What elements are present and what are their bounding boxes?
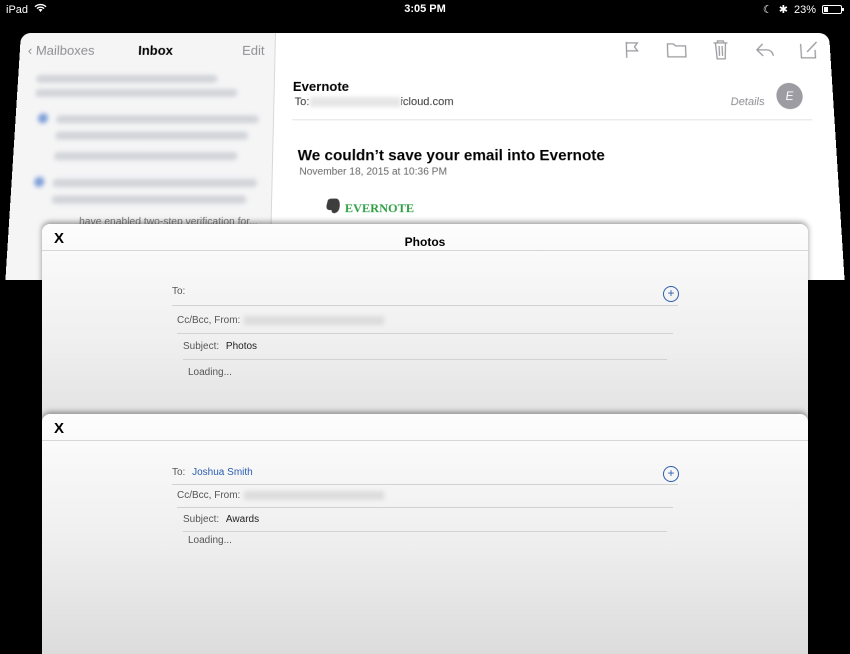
unread-dot (37, 113, 49, 124)
list-item[interactable] (52, 178, 258, 188)
add-recipient-button[interactable]: + (663, 466, 679, 482)
ccbcc-label: Cc/Bcc, From: (177, 315, 241, 326)
subject-value: Photos (225, 341, 258, 352)
divider (42, 250, 808, 251)
subject-value: Awards (225, 514, 260, 525)
list-item[interactable] (54, 131, 249, 140)
divider (172, 484, 678, 485)
avatar[interactable]: E (775, 82, 804, 110)
moon-icon: ☾ (762, 4, 773, 16)
battery-percent: 23% (793, 3, 816, 16)
status-time: 3:05 PM (404, 3, 446, 15)
divider (42, 440, 808, 441)
edit-button[interactable]: Edit (242, 43, 265, 58)
to-label: To: (294, 96, 310, 109)
header-divider (292, 119, 813, 121)
subject-label: Subject: (183, 341, 220, 352)
reply-icon[interactable] (753, 39, 776, 61)
message-toolbar (621, 39, 821, 61)
list-item[interactable] (53, 152, 238, 161)
to-label: To: (172, 286, 186, 297)
mail-list-nav: ‹ Mailboxes Inbox Edit (27, 42, 265, 63)
subject-field[interactable]: Subject: Awards (183, 514, 259, 525)
to-value: Joshua Smith (192, 467, 253, 478)
inbox-title: Inbox (137, 42, 174, 58)
body-loading[interactable]: Loading... (188, 535, 232, 546)
subject-field[interactable]: Subject: Photos (183, 341, 257, 352)
evernote-wordmark: EVERNOTE (344, 200, 415, 215)
recipient-line: To: icloud.com (294, 96, 453, 108)
list-item[interactable] (35, 74, 218, 83)
flag-icon[interactable] (621, 39, 644, 61)
to-field[interactable]: To: (172, 286, 189, 297)
ccbcc-from-field[interactable]: Cc/Bcc, From: (177, 490, 385, 501)
message-subject: We couldn’t save your email into Evernot… (297, 146, 606, 165)
recipient-domain: icloud.com (400, 96, 454, 109)
ccbcc-from-field[interactable]: Cc/Bcc, From: (177, 315, 385, 326)
to-label: To: (172, 467, 186, 478)
trash-icon[interactable] (709, 39, 732, 61)
evernote-logo: EVERNOTE (324, 198, 414, 219)
divider (183, 531, 667, 532)
add-recipient-button[interactable]: + (663, 286, 679, 302)
unread-dot (33, 176, 45, 188)
list-item[interactable] (55, 115, 259, 124)
folder-icon[interactable] (665, 39, 688, 61)
mailboxes-back-button[interactable]: ‹ Mailboxes (27, 43, 95, 58)
bluetooth-icon: ✱ (778, 4, 788, 16)
ccbcc-label: Cc/Bcc, From: (177, 490, 241, 501)
elephant-icon (324, 198, 341, 219)
divider (177, 507, 673, 508)
divider (183, 359, 667, 360)
redacted-address (244, 490, 385, 500)
details-link[interactable]: Details (730, 96, 765, 108)
message-date: November 18, 2015 at 10:36 PM (299, 166, 448, 178)
compose-icon[interactable] (797, 39, 820, 61)
compose-title: Photos (404, 235, 446, 249)
sender-name: Evernote (292, 78, 350, 94)
close-icon[interactable]: X (54, 420, 64, 437)
divider (172, 305, 678, 306)
body-loading[interactable]: Loading... (188, 367, 232, 378)
battery-icon (822, 5, 844, 14)
to-field[interactable]: To: Joshua Smith (172, 467, 253, 478)
status-bar: iPad 3:05 PM ☾ ✱ 23% (0, 0, 850, 18)
battery-fill (824, 7, 828, 12)
redacted-address (309, 97, 401, 108)
subject-label: Subject: (183, 514, 220, 525)
compose-card-awards[interactable]: X To: Joshua Smith + Cc/Bcc, From: Subje… (42, 414, 808, 654)
redacted-address (244, 315, 385, 325)
list-item[interactable] (51, 195, 247, 204)
list-item[interactable] (35, 88, 238, 98)
divider (177, 333, 673, 334)
